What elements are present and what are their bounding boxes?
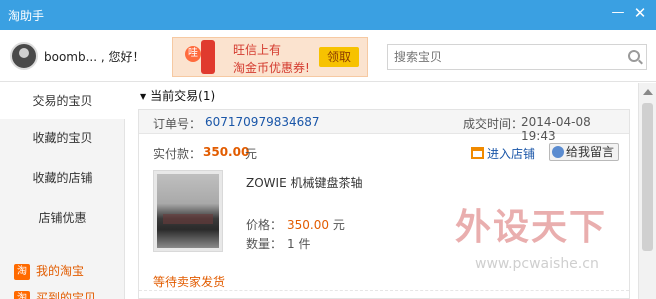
promo-line2: 淘金币优惠券! xyxy=(233,61,310,75)
current-deals-header[interactable]: ▼ 当前交易(1) xyxy=(140,87,215,104)
search-icon[interactable] xyxy=(628,50,640,62)
greeting-text: boomb... , 您好！ xyxy=(44,50,145,64)
current-deals-title: 当前交易(1) xyxy=(150,89,216,103)
sidebar-item-shop-discounts[interactable]: 店铺优惠 xyxy=(0,200,125,236)
sidebar-item-favorite-shops[interactable]: 收藏的店铺 xyxy=(0,160,125,196)
promo-banner[interactable]: 哇 旺信上有 淘金币优惠券! 领取 xyxy=(172,37,368,77)
collapse-triangle-icon: ▼ xyxy=(140,92,147,101)
deal-time-label: 成交时间： xyxy=(463,117,524,131)
taobao-icon: 淘 xyxy=(14,290,30,299)
sidebar-item-favorite-items[interactable]: 收藏的宝贝 xyxy=(0,120,125,156)
my-taobao-label: 我的淘宝 xyxy=(36,264,85,278)
scrollbar-thumb[interactable] xyxy=(642,103,653,251)
minimize-icon[interactable]: — xyxy=(610,5,626,21)
product-thumbnail[interactable] xyxy=(153,170,223,252)
product-image xyxy=(157,174,219,248)
message-icon xyxy=(552,146,564,158)
deal-time-value: 2014-04-08 19:43 xyxy=(521,115,591,143)
leave-message-label: 给我留言 xyxy=(566,145,615,159)
watermark-url: www.pcwaishe.cn xyxy=(475,256,599,272)
search-input[interactable] xyxy=(388,45,624,69)
paid-amount-value: 350.00 xyxy=(203,145,250,159)
window-title: 淘助手 xyxy=(8,9,45,23)
enter-shop-label: 进入店铺 xyxy=(487,147,536,161)
bought-items-label: 买到的宝贝 xyxy=(36,291,97,299)
promo-line1: 旺信上有 xyxy=(233,43,282,57)
vertical-scrollbar[interactable] xyxy=(638,83,656,299)
watermark-text: 外设天下 xyxy=(455,207,608,248)
order-card-header: 订单号： 607170979834687 成交时间： 2014-04-08 19… xyxy=(139,110,629,143)
order-number-label: 订单号： xyxy=(153,117,202,131)
enter-shop-button[interactable]: 进入店铺 xyxy=(471,145,535,162)
order-number-link[interactable]: 607170979834687 xyxy=(205,115,320,129)
sidebar-item-traded-items[interactable]: 交易的宝贝 xyxy=(0,83,125,119)
shop-icon xyxy=(471,147,484,159)
paid-amount-unit: 元 xyxy=(245,147,258,161)
promo-badge: 哇 xyxy=(185,46,201,62)
price-amount: 350.00 xyxy=(287,218,329,232)
avatar[interactable] xyxy=(10,42,38,70)
price-unit: 元 xyxy=(332,218,345,232)
taobao-icon: 淘 xyxy=(14,263,30,280)
price-label: 价格： xyxy=(246,218,283,232)
sidebar: 交易的宝贝 收藏的宝贝 收藏的店铺 店铺优惠 淘我的淘宝 淘买到的宝贝 xyxy=(0,83,125,299)
close-icon[interactable]: ✕ xyxy=(632,5,648,21)
my-taobao-link[interactable]: 淘我的淘宝 xyxy=(14,262,84,280)
paid-amount-label: 实付款： xyxy=(153,147,202,161)
watermark: 外设天下 www.pcwaishe.cn xyxy=(455,198,635,298)
search-box xyxy=(387,44,647,70)
order-status: 等待卖家发货 xyxy=(153,275,226,289)
phone-icon xyxy=(201,40,215,74)
scroll-up-icon[interactable] xyxy=(643,89,653,95)
claim-button[interactable]: 领取 xyxy=(319,47,359,67)
bought-items-link[interactable]: 淘买到的宝贝 xyxy=(14,289,96,299)
price-value: 350.00 元 xyxy=(287,216,345,233)
quantity-value: 1 件 xyxy=(287,237,311,251)
product-name[interactable]: ZOWIE 机械键盘茶轴 xyxy=(246,174,362,191)
leave-message-button[interactable]: 给我留言 xyxy=(549,143,620,161)
title-bar: 淘助手 — ✕ xyxy=(0,0,656,30)
quantity-label: 数量： xyxy=(246,237,283,251)
